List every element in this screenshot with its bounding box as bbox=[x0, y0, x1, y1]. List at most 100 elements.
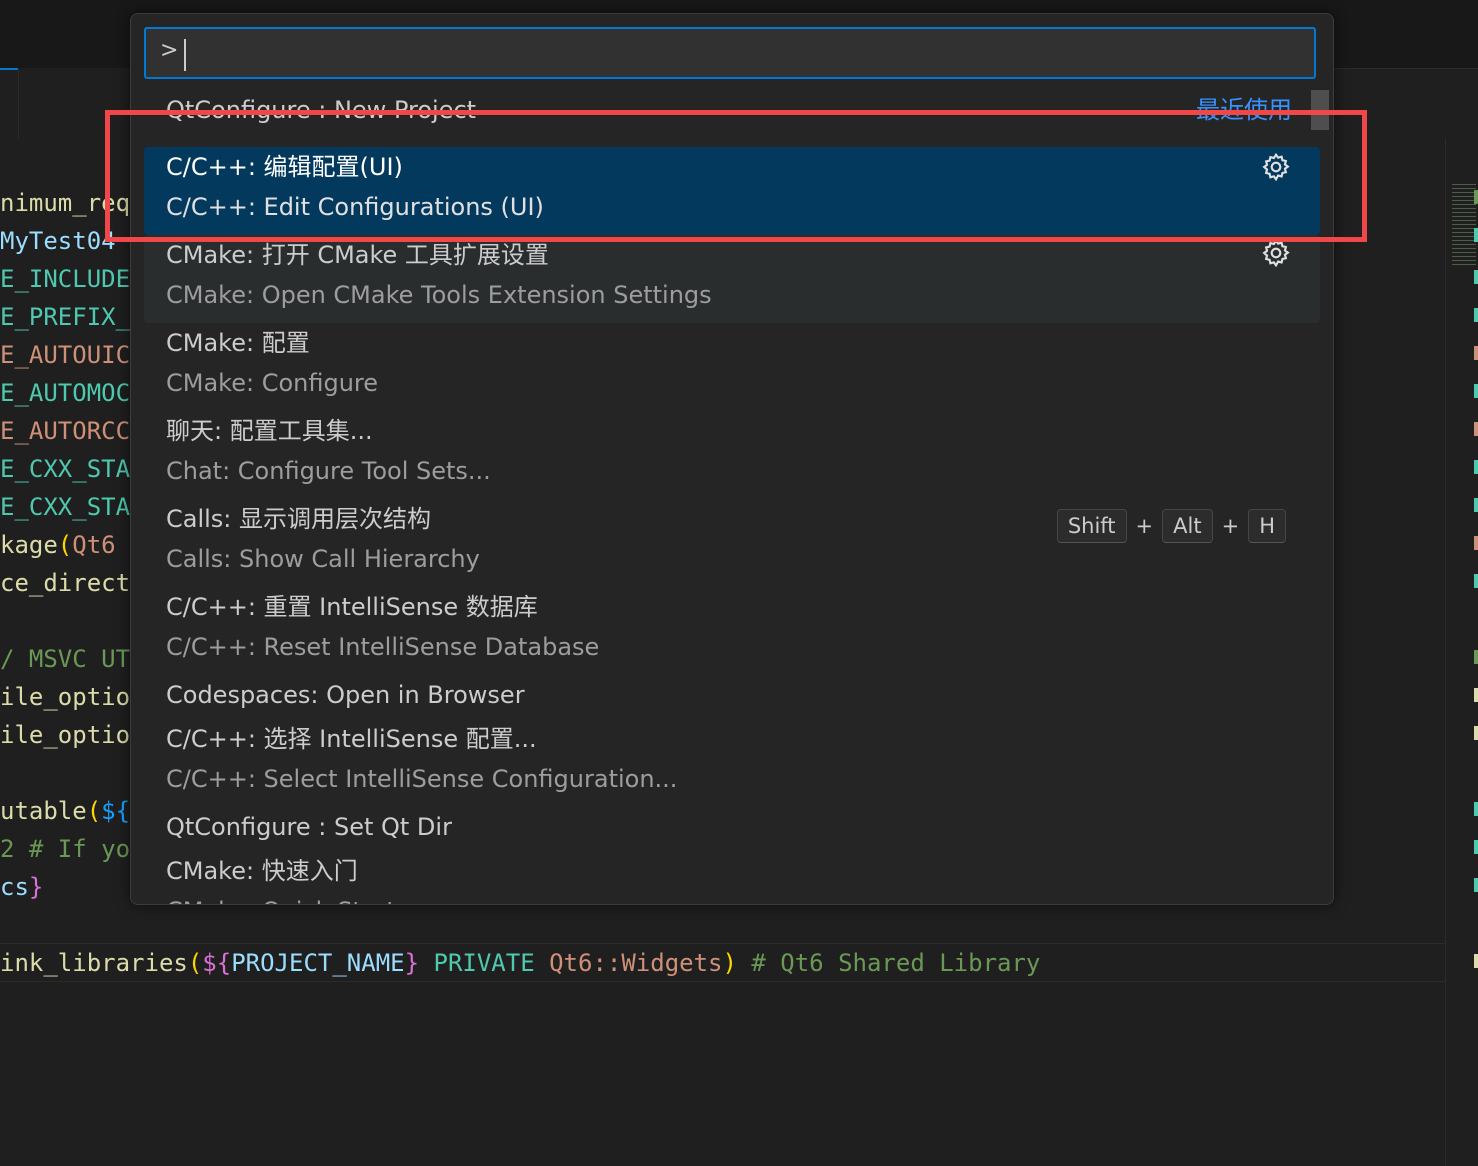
code-line[interactable]: ce_direct bbox=[0, 564, 130, 602]
keybinding-plus: + bbox=[1135, 514, 1154, 538]
current-line-bottom bbox=[0, 981, 1445, 982]
code-line[interactable]: ink_libraries(${PROJECT_NAME} PRIVATE Qt… bbox=[0, 944, 1040, 982]
code-line[interactable]: MyTest04 bbox=[0, 222, 116, 260]
code-line[interactable]: E_INCLUDE bbox=[0, 260, 130, 298]
code-token: ${ bbox=[202, 949, 232, 977]
code-line[interactable]: kage(Qt6 bbox=[0, 526, 116, 564]
code-line[interactable]: E_AUTOUIC bbox=[0, 336, 130, 374]
command-label: CMake: 打开 CMake 工具扩展设置 bbox=[166, 241, 549, 269]
command-prefix: > bbox=[160, 38, 179, 63]
code-token: 2 # If yo bbox=[0, 835, 131, 863]
command-label: CMake: 快速入门 bbox=[166, 857, 358, 885]
code-token: ink_libraries bbox=[0, 949, 188, 977]
gutter-mark bbox=[1474, 650, 1478, 664]
gutter-mark bbox=[1474, 878, 1478, 892]
code-line[interactable]: cs} bbox=[0, 868, 43, 906]
code-line[interactable]: / MSVC UT bbox=[0, 640, 130, 678]
code-token: Qt6 bbox=[72, 531, 116, 559]
code-token: cs bbox=[0, 873, 29, 901]
command-item[interactable]: Calls: 显示调用层次结构 Calls: Show Call Hierarch… bbox=[144, 499, 1320, 587]
command-item[interactable]: CMake: 打开 CMake 工具扩展设置 CMake: Open CMake … bbox=[144, 235, 1320, 323]
active-tab-indicator bbox=[0, 68, 18, 70]
gutter-mark bbox=[1474, 270, 1478, 284]
code-token: ( bbox=[187, 949, 203, 977]
code-token: nimum_req bbox=[0, 189, 131, 217]
gutter-mark bbox=[1474, 498, 1478, 512]
gutter-mark bbox=[1474, 954, 1478, 968]
code-token: } bbox=[404, 949, 420, 977]
tab-strip-border bbox=[1330, 68, 1478, 69]
command-detail: C/C++: Edit Configurations (UI) bbox=[166, 193, 544, 221]
gutter-mark bbox=[1474, 384, 1478, 398]
command-label: C/C++: 重置 IntelliSense 数据库 bbox=[166, 593, 538, 621]
code-token: ) bbox=[722, 949, 737, 977]
gutter-mark bbox=[1474, 688, 1478, 702]
command-detail: C/C++: Reset IntelliSense Database bbox=[166, 633, 600, 661]
command-label: QtConfigure : Set Qt Dir bbox=[166, 813, 452, 841]
code-line[interactable]: utable(${ bbox=[0, 792, 130, 830]
gutter-mark bbox=[1474, 536, 1478, 550]
command-item[interactable]: C/C++: 选择 IntelliSense 配置... C/C++: Selec… bbox=[144, 719, 1320, 807]
code-token: E_PREFIX_ bbox=[0, 303, 131, 331]
code-token: E_AUTORCC bbox=[0, 417, 131, 445]
gutter-mark bbox=[1474, 346, 1478, 360]
command-label: C/C++: 选择 IntelliSense 配置... bbox=[166, 725, 537, 753]
command-detail: CMake: Configure bbox=[166, 369, 379, 397]
code-token: PRIVATE bbox=[419, 949, 550, 977]
code-line[interactable]: E_AUTORCC bbox=[0, 412, 130, 450]
command-item[interactable]: 聊天: 配置工具集... Chat: Configure Tool Sets... bbox=[144, 411, 1320, 499]
command-item[interactable]: C/C++: 重置 IntelliSense 数据库 C/C++: Reset I… bbox=[144, 587, 1320, 675]
command-item[interactable]: Codespaces: Open in Browser bbox=[144, 675, 1320, 719]
code-token: E_AUTOMOC bbox=[0, 379, 131, 407]
gear-icon[interactable] bbox=[1260, 237, 1292, 269]
code-line[interactable]: E_PREFIX_ bbox=[0, 298, 130, 336]
code-token: ( bbox=[57, 531, 73, 559]
recently-used-label: 最近使用 bbox=[1196, 96, 1292, 124]
command-item[interactable]: CMake: 配置 CMake: Configure bbox=[144, 323, 1320, 411]
code-token: kage bbox=[0, 531, 58, 559]
command-palette-input[interactable] bbox=[180, 35, 1300, 71]
code-token: ile_optio bbox=[0, 721, 131, 749]
minimap[interactable] bbox=[1452, 184, 1476, 268]
command-item[interactable]: QtConfigure : Set Qt Dir bbox=[144, 807, 1320, 851]
command-label: Codespaces: Open in Browser bbox=[166, 681, 525, 709]
code-token: PROJECT_NAME bbox=[231, 949, 405, 977]
command-list: QtConfigure : New Project 最近使用 C/C++: 编辑配置… bbox=[144, 92, 1320, 904]
command-label: CMake: 配置 bbox=[166, 329, 310, 357]
command-label: 聊天: 配置工具集... bbox=[166, 417, 373, 445]
code-token: E_INCLUDE bbox=[0, 265, 131, 293]
code-token: # Qt6 Shared Library bbox=[736, 949, 1041, 977]
code-line[interactable]: ile_optio bbox=[0, 678, 130, 716]
code-token: ( bbox=[86, 797, 102, 825]
current-line-top bbox=[0, 943, 1445, 944]
code-token: E_CXX_STA bbox=[0, 455, 131, 483]
code-token: ce_direct bbox=[0, 569, 131, 597]
command-label: QtConfigure : New Project bbox=[166, 96, 477, 124]
command-detail: C/C++: Select IntelliSense Configuration… bbox=[166, 765, 678, 793]
code-line[interactable]: nimum_req bbox=[0, 184, 130, 222]
gutter-mark bbox=[1474, 228, 1478, 242]
command-palette-input-box[interactable]: > bbox=[144, 27, 1316, 79]
code-token: ${ bbox=[101, 797, 131, 825]
code-token: E_AUTOUIC bbox=[0, 341, 131, 369]
command-item[interactable]: QtConfigure : New Project 最近使用 bbox=[144, 92, 1320, 132]
command-palette: > QtConfigure : New Project 最近使用 C/C++: 编辑… bbox=[130, 13, 1334, 905]
command-item[interactable]: CMake: 快速入门 CMake: Quick Start bbox=[144, 851, 1320, 904]
command-item[interactable]: C/C++: 编辑配置(UI) C/C++: Edit Configuration… bbox=[144, 147, 1320, 235]
code-line[interactable]: E_AUTOMOC bbox=[0, 374, 130, 412]
code-token: / MSVC UT bbox=[0, 645, 131, 673]
code-line[interactable]: E_CXX_STA bbox=[0, 450, 130, 488]
gutter-mark bbox=[1474, 802, 1478, 816]
key-cap: H bbox=[1248, 509, 1286, 543]
gutter-mark bbox=[1474, 308, 1478, 322]
gutter-mark bbox=[1474, 460, 1478, 474]
gear-icon[interactable] bbox=[1260, 151, 1292, 183]
code-line[interactable]: E_CXX_STA bbox=[0, 488, 130, 526]
code-line[interactable]: 2 # If yo bbox=[0, 830, 130, 868]
code-line[interactable]: ile_optio bbox=[0, 716, 130, 754]
command-detail: CMake: Open CMake Tools Extension Settin… bbox=[166, 281, 712, 309]
gutter-mark bbox=[1474, 190, 1478, 204]
code-token: utable bbox=[0, 797, 87, 825]
gutter-mark bbox=[1474, 840, 1478, 854]
command-list-scrollbar[interactable] bbox=[1311, 90, 1329, 130]
